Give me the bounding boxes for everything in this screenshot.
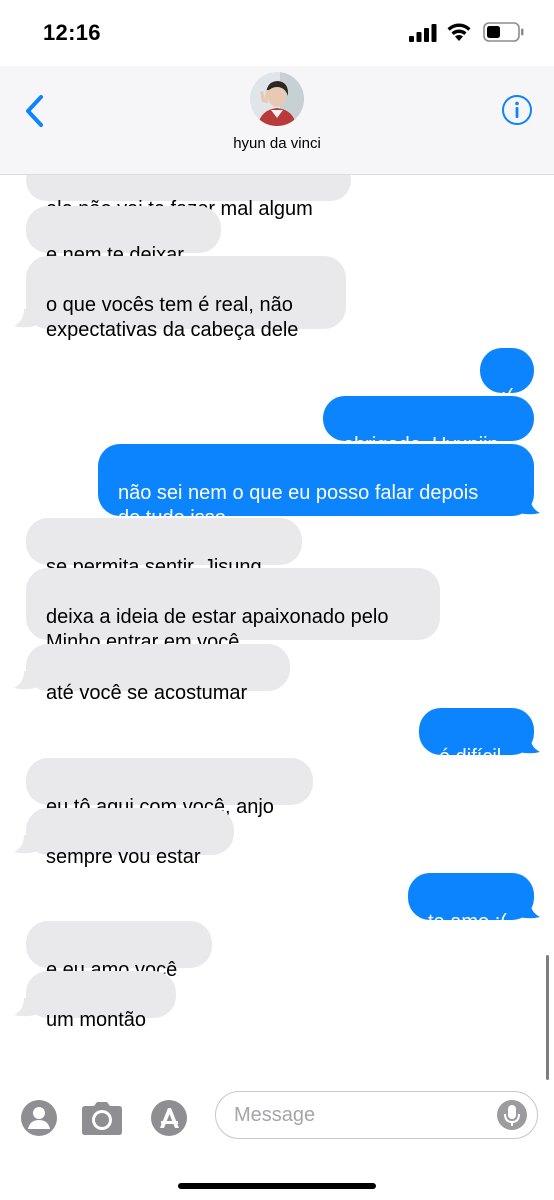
message-incoming[interactable]: eu tô aqui com você, anjo bbox=[26, 758, 313, 818]
info-icon[interactable] bbox=[501, 94, 533, 126]
message-incoming[interactable]: e nem te deixar bbox=[26, 206, 221, 266]
bubble-tail bbox=[516, 496, 540, 515]
message-outgoing[interactable]: obrigado, Hyunjin bbox=[323, 396, 534, 456]
status-bar: 12:16 bbox=[0, 0, 554, 66]
microphone-icon[interactable] bbox=[497, 1100, 527, 1130]
composer-bar: Message bbox=[0, 1080, 554, 1200]
app-store-icon[interactable] bbox=[19, 1098, 59, 1138]
cellular-signal-icon bbox=[409, 24, 437, 42]
message-text: te amo :( bbox=[428, 911, 507, 933]
bubble-tail bbox=[14, 835, 38, 854]
message-text: até você se acostumar bbox=[46, 682, 248, 704]
status-time: 12:16 bbox=[43, 20, 101, 45]
message-incoming[interactable]: até você se acostumar bbox=[26, 644, 290, 704]
bubble-tail bbox=[516, 735, 540, 754]
message-thread[interactable]: ele não vai te fazer mal algum e nem te … bbox=[0, 175, 554, 1080]
scroll-indicator[interactable] bbox=[546, 955, 549, 1080]
message-outgoing[interactable]: :( bbox=[480, 348, 534, 408]
conversation-header: hyun da vinci bbox=[0, 66, 554, 175]
battery-icon bbox=[483, 22, 524, 42]
message-placeholder: Message bbox=[234, 1104, 316, 1126]
bubble-tail bbox=[14, 998, 38, 1017]
message-text: sempre vou estar bbox=[46, 846, 201, 868]
message-outgoing[interactable]: não sei nem o que eu posso falar depois … bbox=[98, 444, 534, 529]
message-incoming[interactable]: ele não vai te fazer mal algum bbox=[26, 175, 351, 220]
message-incoming[interactable]: um montão bbox=[26, 971, 176, 1031]
contact-name[interactable]: hyun da vinci bbox=[0, 135, 554, 152]
message-incoming[interactable]: se permita sentir, Jisung bbox=[26, 518, 302, 578]
home-indicator[interactable] bbox=[178, 1183, 376, 1189]
message-text: é difícil bbox=[439, 746, 502, 768]
message-text: o que vocês tem é real, não expectativas… bbox=[46, 294, 299, 341]
message-incoming[interactable]: o que vocês tem é real, não expectativas… bbox=[26, 256, 346, 341]
bubble-tail bbox=[516, 900, 540, 919]
message-text: um montão bbox=[46, 1009, 147, 1031]
message-incoming[interactable]: e eu amo você bbox=[26, 921, 212, 981]
apps-icon[interactable] bbox=[149, 1098, 189, 1138]
message-input[interactable]: Message bbox=[215, 1091, 538, 1139]
camera-icon[interactable] bbox=[80, 1098, 124, 1138]
bubble-tail bbox=[14, 671, 38, 690]
contact-avatar[interactable] bbox=[250, 72, 304, 126]
bubble-tail bbox=[14, 309, 38, 328]
message-incoming[interactable]: sempre vou estar bbox=[26, 808, 234, 868]
wifi-icon bbox=[447, 23, 471, 41]
back-chevron-icon[interactable] bbox=[22, 94, 48, 128]
message-incoming[interactable]: deixa a ideia de estar apaixonado pelo M… bbox=[26, 568, 440, 653]
